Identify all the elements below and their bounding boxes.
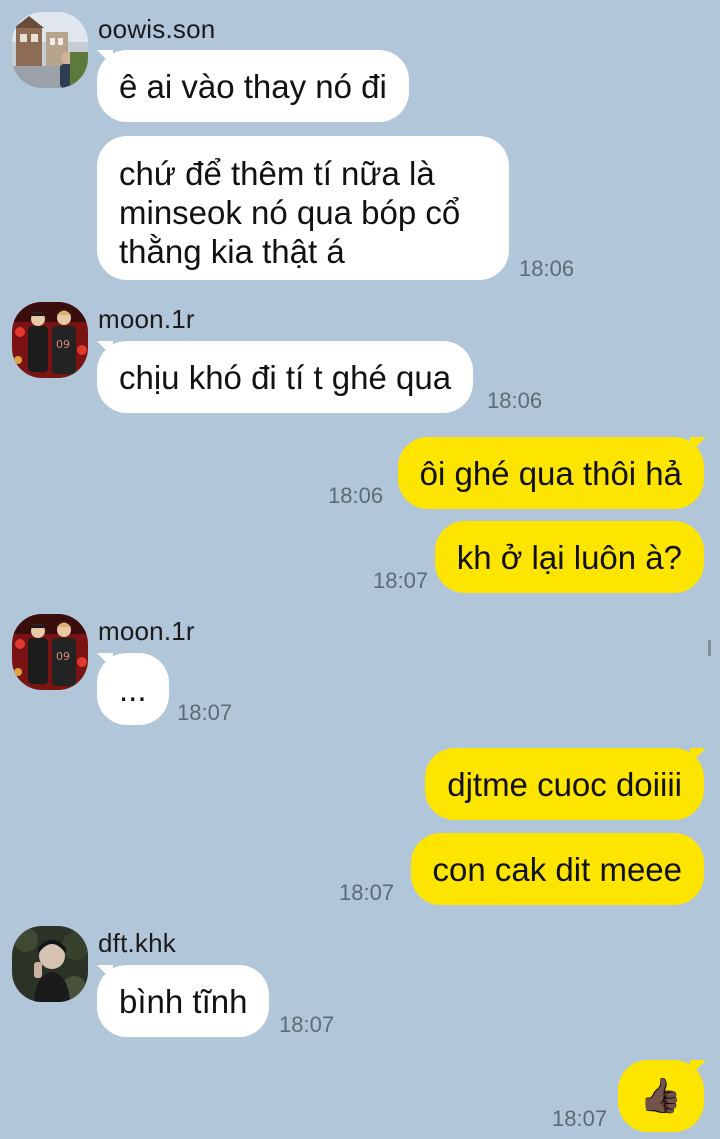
message-text: kh ở lại luôn à? xyxy=(456,539,682,576)
sender-name: dft.khk xyxy=(98,928,176,958)
message-text: con cak dit meee xyxy=(432,851,682,888)
message-bubble[interactable]: kh ở lại luôn à? xyxy=(434,521,704,593)
message-bubble[interactable]: djtme cuoc doiiii xyxy=(425,748,704,820)
thumbs-up-icon: 👍🏿 xyxy=(639,1076,683,1116)
message-text: chứ để thêm tí nữa là minseok nó qua bóp… xyxy=(119,155,461,270)
message-bubble[interactable]: chứ để thêm tí nữa là minseok nó qua bóp… xyxy=(97,136,509,280)
message-time: 18:07 xyxy=(552,1106,608,1131)
message-time: 18:07 xyxy=(373,568,429,593)
message-text: djtme cuoc doiiii xyxy=(447,766,682,803)
message-bubble[interactable]: bình tĩnh xyxy=(97,965,270,1037)
message-bubble[interactable]: con cak dit meee xyxy=(410,833,704,905)
svg-text:09: 09 xyxy=(56,338,70,351)
message-bubble[interactable]: chịu khó đi tí t ghé qua xyxy=(97,341,474,413)
sender-name: moon.1r xyxy=(98,304,195,334)
message-bubble[interactable]: ... xyxy=(97,653,169,725)
sender-name: moon.1r xyxy=(98,616,195,646)
message-time: 18:07 xyxy=(339,880,395,905)
message-text: chịu khó đi tí t ghé qua xyxy=(119,359,452,396)
avatar-moon-1r[interactable]: 09 xyxy=(12,302,88,378)
message-text: ôi ghé qua thôi hả xyxy=(419,455,682,492)
message-time: 18:06 xyxy=(519,256,575,281)
message-bubble[interactable]: ê ai vào thay nó đi xyxy=(97,50,409,122)
chat-area[interactable]: oowis.son ê ai vào thay nó đi chứ để thê… xyxy=(0,0,720,1139)
scrollbar-thumb[interactable] xyxy=(708,640,711,656)
message-time: 18:07 xyxy=(279,1012,335,1037)
message-time: 18:07 xyxy=(177,700,233,725)
avatar-moon-1r[interactable]: 09 xyxy=(12,614,88,690)
message-time: 18:06 xyxy=(487,388,543,413)
message-text: ... xyxy=(119,671,147,708)
avatar-oowis-son[interactable] xyxy=(12,12,88,88)
reaction-bubble[interactable]: 👍🏿 xyxy=(618,1060,704,1132)
message-text: ê ai vào thay nó đi xyxy=(119,68,387,105)
message-time: 18:06 xyxy=(328,483,384,508)
avatar-dft-khk[interactable] xyxy=(12,926,88,1002)
message-text: bình tĩnh xyxy=(119,983,248,1020)
svg-text:09: 09 xyxy=(56,650,70,663)
sender-name: oowis.son xyxy=(98,14,216,44)
message-bubble[interactable]: ôi ghé qua thôi hả xyxy=(397,437,704,509)
